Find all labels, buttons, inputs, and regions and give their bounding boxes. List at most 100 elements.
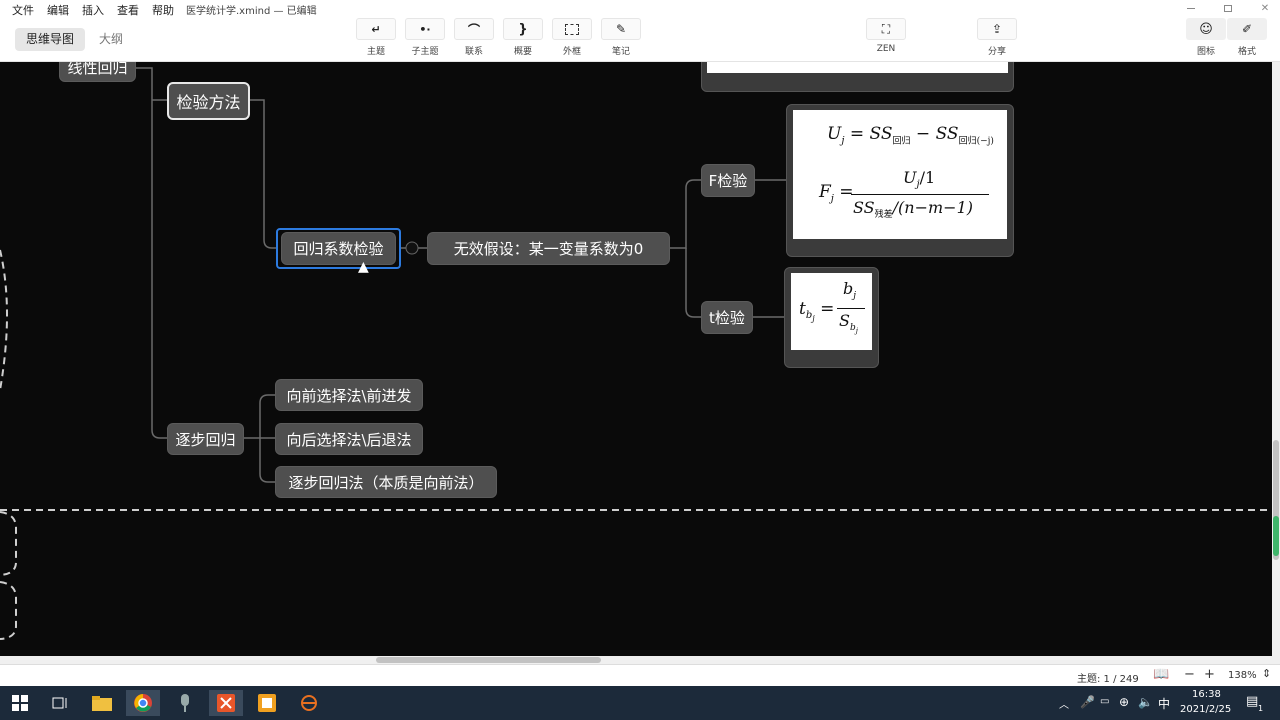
node-t-test[interactable]: t检验 (701, 301, 753, 334)
node-f-test[interactable]: F检验 (701, 164, 755, 197)
f-den-sub: 残差 (874, 210, 893, 221)
menu-help[interactable]: 帮助 (152, 2, 174, 18)
microphone-icon (181, 694, 189, 712)
node-null-hypothesis[interactable]: 无效假设：某一变量系数为0 (427, 232, 670, 265)
windows-start-button[interactable] (3, 690, 37, 716)
network-icon[interactable]: ⊕ (1119, 695, 1129, 709)
tray-expand-icon[interactable]: ︿ (1059, 696, 1069, 711)
topic-icon: ↵ (371, 22, 381, 36)
share-icon: ⇪ (991, 22, 1003, 36)
menu-insert[interactable]: 插入 (82, 2, 104, 18)
summary-label: 概要 (513, 47, 532, 57)
taskbar-app[interactable] (292, 690, 326, 716)
topic-button[interactable]: ↵ 主题 (356, 18, 396, 60)
tab-outline[interactable]: 大纲 (88, 28, 134, 51)
summary-icon: } (518, 21, 528, 37)
taskbar-chrome[interactable] (126, 690, 160, 716)
zen-label: ZEN (876, 44, 896, 54)
share-button[interactable]: ⇪ 分享 (977, 18, 1017, 60)
scroll-position-marker (1273, 516, 1279, 556)
status-bar: 主题: 1 / 249 📖 − + 138% ⇕ (0, 664, 1280, 686)
connector-lines (0, 67, 1272, 640)
restore-icon (1224, 4, 1232, 12)
u-lhs: U (827, 124, 842, 144)
taskbar-recorder[interactable] (168, 690, 202, 716)
book-icon[interactable]: 📖 (1153, 667, 1169, 682)
minimize-button[interactable] (1184, 2, 1198, 14)
mindmap-canvas[interactable]: 线性回归 检验方法 回归系数检验 ▲ 无效假设：某一变量系数为0 F检验 t检验… (0, 62, 1272, 656)
horizontal-scrollbar[interactable] (0, 656, 1280, 664)
icon-panel-button[interactable]: ☺ 图标 (1186, 18, 1226, 60)
t-den: S (839, 311, 850, 330)
relationship-icon: ⌒ (467, 22, 480, 37)
vertical-scrollbar[interactable] (1272, 62, 1280, 656)
summary-button[interactable]: } 概要 (503, 18, 543, 60)
image-top-partial (707, 62, 1008, 73)
t-lhs: t (799, 299, 806, 319)
topic-label: 主题 (366, 47, 385, 57)
zen-icon: ⛶ (881, 21, 891, 36)
horizontal-scroll-thumb[interactable] (376, 657, 601, 663)
subtopic-button[interactable]: •· 子主题 (405, 18, 445, 60)
node-forward[interactable]: 向前选择法\前进发 (275, 379, 423, 411)
boundary-icon (565, 23, 579, 35)
f-num-tail: /1 (919, 168, 936, 187)
boundary-button[interactable]: 外框 (552, 18, 592, 60)
node-coef-test[interactable]: 回归系数检验 (281, 232, 396, 265)
smiley-icon: ☺ (1199, 21, 1213, 37)
tray-mic-icon[interactable]: 🎤 (1080, 695, 1095, 709)
zoom-in-button[interactable]: + (1204, 667, 1215, 682)
f-lhs: F (819, 182, 831, 202)
menu-file[interactable]: 文件 (12, 2, 34, 18)
t-fraction-line (837, 308, 865, 309)
formula-f-image: Uj = SS回归 − SS回归(−j) Fj = Uj/1 SS残差/(n−m… (793, 110, 1007, 239)
node-stepwise-method[interactable]: 逐步回归法（本质是向前法） (275, 466, 497, 498)
xmind-icon (217, 694, 235, 712)
subtopic-label: 子主题 (411, 47, 439, 57)
format-panel-label: 格式 (1237, 47, 1256, 57)
t-num-sub: j (853, 291, 857, 302)
close-button[interactable]: ✕ (1258, 2, 1272, 14)
taskbar-notes-app[interactable] (250, 690, 284, 716)
maximize-button[interactable] (1221, 2, 1235, 14)
ss-2: SS (935, 124, 959, 144)
task-view-button[interactable] (43, 690, 77, 716)
brush-icon: ✐ (1241, 22, 1253, 36)
volume-icon[interactable]: 🔈 (1138, 695, 1153, 709)
clock-time[interactable]: 16:38 (1192, 689, 1221, 700)
clock-date[interactable]: 2021/2/25 (1180, 704, 1231, 715)
boundary-label: 外框 (562, 47, 581, 57)
f-sub: j (830, 193, 834, 205)
minimize-icon (1187, 7, 1195, 9)
window-title: 医学统计学.xmind — 已编辑 (186, 6, 317, 17)
taskbar-file-explorer[interactable] (85, 690, 119, 716)
node-stepwise[interactable]: 逐步回归 (167, 423, 244, 455)
t-num: b (843, 279, 854, 298)
t-den-subsub: j (855, 326, 858, 335)
notification-icon[interactable]: ▤ (1246, 694, 1258, 709)
menu-edit[interactable]: 编辑 (47, 2, 69, 18)
zoom-out-button[interactable]: − (1184, 667, 1195, 682)
note-icon: ✎ (615, 22, 627, 36)
notes-app-icon (258, 694, 276, 712)
zoom-level[interactable]: 138% (1228, 670, 1257, 681)
icon-panel-label: 图标 (1196, 47, 1215, 57)
zen-button[interactable]: ⛶ ZEN (866, 18, 906, 60)
share-label: 分享 (987, 47, 1006, 57)
node-backward[interactable]: 向后选择法\后退法 (275, 423, 423, 455)
sub-reg: 回归 (892, 136, 911, 147)
relationship-button[interactable]: ⌒ 联系 (454, 18, 494, 60)
node-test-methods[interactable]: 检验方法 (167, 82, 250, 120)
taskbar-xmind[interactable] (209, 690, 243, 716)
node-linear-regression[interactable]: 线性回归 (59, 62, 136, 82)
topic-count: 主题: 1 / 249 (1077, 674, 1139, 685)
note-button[interactable]: ✎ 笔记 (601, 18, 641, 60)
ime-indicator[interactable]: 中 (1158, 695, 1170, 712)
format-panel-button[interactable]: ✐ 格式 (1227, 18, 1267, 60)
battery-icon[interactable]: ▭ (1100, 696, 1109, 707)
menu-view[interactable]: 查看 (117, 2, 139, 18)
zoom-stepper-icon[interactable]: ⇕ (1262, 667, 1271, 680)
windows-logo-icon (12, 695, 28, 711)
notification-count: 1 (1258, 704, 1264, 713)
tab-mindmap[interactable]: 思维导图 (15, 28, 86, 51)
